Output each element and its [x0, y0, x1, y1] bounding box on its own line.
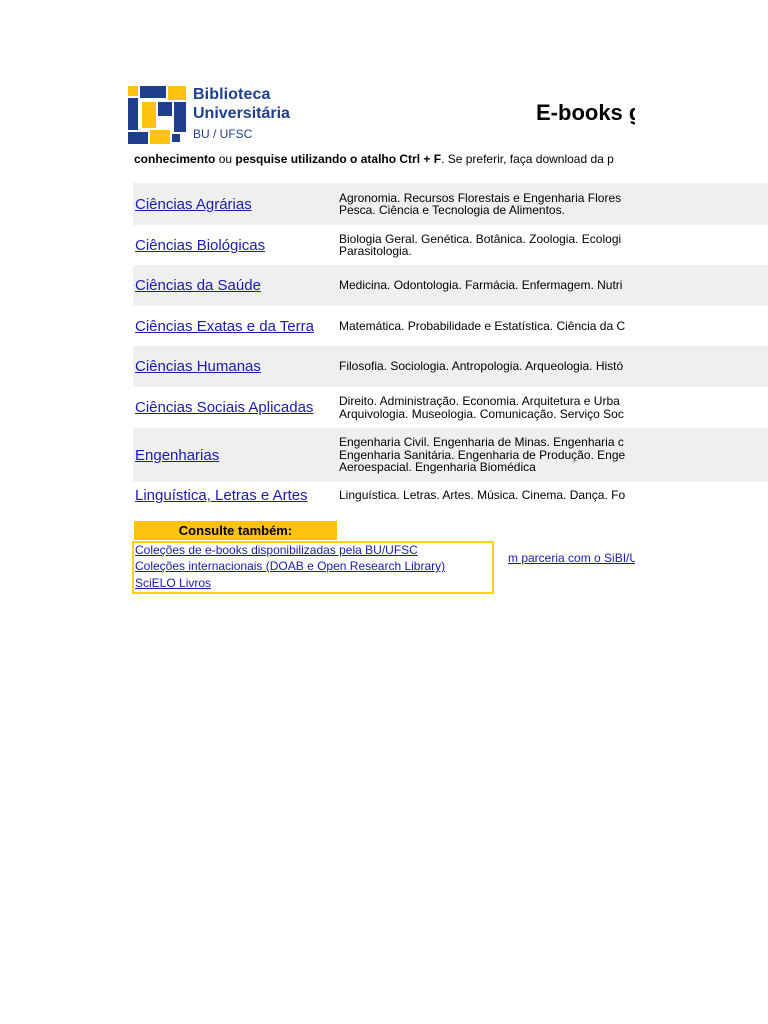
- logo-line-1: Biblioteca: [193, 86, 271, 103]
- area-link-agrarias[interactable]: Ciências Agrárias: [135, 183, 252, 225]
- area-description-text: Agronomia. Recursos Florestais e Engenha…: [339, 190, 622, 217]
- intro-bold-1: conhecimento: [134, 152, 216, 166]
- area-description: Matemática. Probabilidade e Estatística.…: [339, 306, 635, 346]
- area-description-text: Linguística. Letras. Artes. Música. Cine…: [339, 488, 626, 503]
- area-link-engenharias[interactable]: Engenharias: [135, 428, 219, 482]
- area-description: Engenharia Civil. Engenharia de Minas. E…: [339, 428, 635, 482]
- area-link-linguistica[interactable]: Linguística, Letras e Artes: [135, 482, 308, 509]
- area-description: Medicina. Odontologia. Farmácia. Enferma…: [339, 265, 635, 306]
- library-name: Biblioteca Universitária BU / UFSC: [193, 86, 290, 141]
- table-row: Linguística, Letras e Artes Linguística.…: [133, 482, 768, 509]
- area-description: Agronomia. Recursos Florestais e Engenha…: [339, 183, 635, 225]
- link-colecoes-internacionais[interactable]: Coleções internacionais (DOAB e Open Res…: [135, 559, 445, 573]
- area-description: Biologia Geral. Genética. Botânica. Zool…: [339, 225, 635, 265]
- page-title: E-books g: [536, 100, 635, 125]
- area-link-saude[interactable]: Ciências da Saúde: [135, 265, 261, 306]
- table-row: Ciências da Saúde Medicina. Odontologia.…: [133, 265, 768, 306]
- intro-text-2: . Se preferir, faça download da p: [441, 152, 614, 166]
- area-description: Direito. Administração. Economia. Arquit…: [339, 387, 635, 428]
- intro-text: conhecimento ou pesquise utilizando o at…: [134, 152, 635, 166]
- area-description-text: Filosofia. Sociologia. Antropologia. Arq…: [339, 359, 624, 374]
- intro-text-1: ou: [215, 152, 236, 166]
- logo-line-2: Universitária: [193, 105, 290, 122]
- area-link-biologicas[interactable]: Ciências Biológicas: [135, 225, 265, 265]
- area-link-sociais-aplicadas[interactable]: Ciências Sociais Aplicadas: [135, 387, 313, 428]
- table-row: Ciências Exatas e da Terra Matemática. P…: [133, 306, 768, 346]
- logo-line-3: BU / UFSC: [193, 127, 253, 141]
- area-description-text: Direito. Administração. Economia. Arquit…: [339, 394, 624, 421]
- table-row: Ciências Biológicas Biologia Geral. Gené…: [133, 225, 768, 265]
- link-colecoes-bu[interactable]: Coleções de e-books disponibilizadas pel…: [135, 543, 418, 557]
- area-description: Filosofia. Sociologia. Antropologia. Arq…: [339, 346, 635, 387]
- area-description: Linguística. Letras. Artes. Música. Cine…: [339, 482, 635, 509]
- area-link-humanas[interactable]: Ciências Humanas: [135, 346, 261, 387]
- area-description-text: Engenharia Civil. Engenharia de Minas. E…: [339, 435, 626, 475]
- see-also-header: Consulte também:: [134, 521, 337, 540]
- area-description-text: Matemática. Probabilidade e Estatística.…: [339, 318, 626, 333]
- area-description-text: Biologia Geral. Genética. Botânica. Zool…: [339, 231, 622, 258]
- table-row: Ciências Humanas Filosofia. Sociologia. …: [133, 346, 768, 387]
- table-row: Ciências Agrárias Agronomia. Recursos Fl…: [133, 183, 768, 225]
- intro-bold-2: pesquise utilizando o atalho Ctrl + F: [235, 152, 442, 166]
- partner-link[interactable]: m parceria com o SiBI/UF: [508, 551, 635, 565]
- area-link-exatas[interactable]: Ciências Exatas e da Terra: [135, 306, 314, 346]
- library-logo-icon: [128, 86, 186, 144]
- area-description-text: Medicina. Odontologia. Farmácia. Enferma…: [339, 278, 623, 293]
- table-row: Ciências Sociais Aplicadas Direito. Admi…: [133, 387, 768, 428]
- table-row: Engenharias Engenharia Civil. Engenharia…: [133, 428, 768, 482]
- link-scielo-livros[interactable]: SciELO Livros: [135, 576, 211, 590]
